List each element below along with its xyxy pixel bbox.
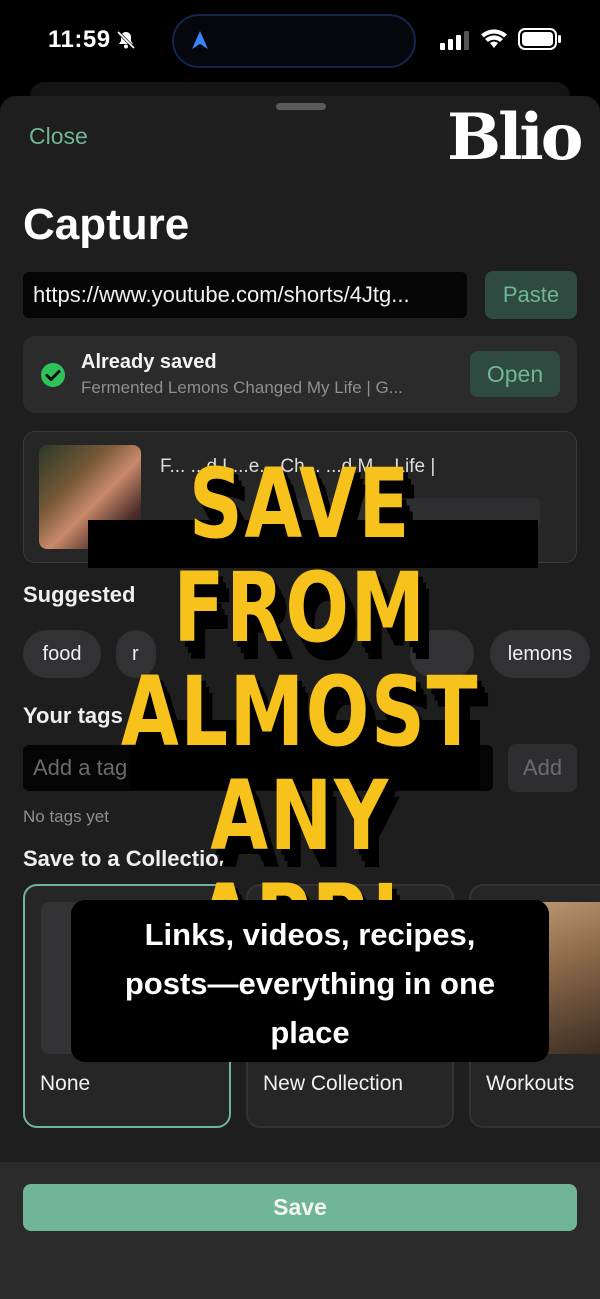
save-button[interactable]: Save: [23, 1184, 577, 1231]
bell-muted-icon: [116, 30, 136, 50]
collection-name: Workouts: [486, 1072, 575, 1095]
promo-headline: SAVE FROM ALMOST ANY APP!: [97, 452, 503, 972]
tag-chip-lemons[interactable]: lemons: [490, 630, 590, 678]
collection-name: New Collection: [263, 1072, 404, 1095]
add-tag-button[interactable]: Add: [508, 744, 577, 792]
paste-button[interactable]: Paste: [485, 271, 577, 319]
no-tags-text: No tags yet: [23, 807, 109, 826]
open-button[interactable]: Open: [470, 351, 560, 397]
url-input[interactable]: https://www.youtube.com/shorts/4Jtg...: [23, 272, 467, 318]
promo-caption: Links, videos, recipes, posts—everything…: [124, 917, 496, 1050]
close-button[interactable]: Close: [29, 123, 88, 150]
status-time: 11:59: [48, 26, 111, 53]
battery-icon: [518, 28, 561, 50]
checkmark-circle-icon: [41, 363, 65, 387]
sheet-grabber[interactable]: [276, 103, 326, 110]
promo-headline-line: SAVE FROM: [173, 448, 427, 664]
promo-headline-line: ALMOST: [120, 656, 480, 768]
app-logo: Blio: [447, 100, 583, 175]
page-title: Capture: [23, 200, 190, 249]
location-arrow-icon: [192, 31, 208, 49]
signal-icon: [440, 31, 469, 50]
already-saved-subtitle: Fermented Lemons Changed My Life | G...: [81, 378, 403, 397]
wifi-icon: [481, 29, 507, 48]
tag-chip-food[interactable]: food: [23, 630, 101, 678]
collection-name: None: [40, 1072, 91, 1095]
already-saved-title: Already saved: [81, 351, 217, 373]
